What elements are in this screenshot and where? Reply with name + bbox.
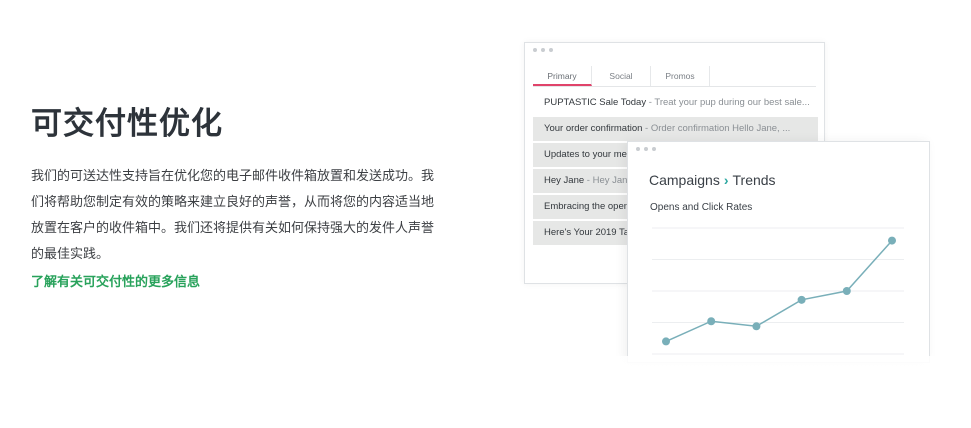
- data-point: [797, 295, 806, 304]
- fade-overlay: [500, 356, 971, 428]
- data-point: [752, 322, 761, 331]
- email-preview: - Order confirmation Hello Jane, ...: [642, 123, 791, 134]
- tab-social: Social: [592, 66, 651, 86]
- page-title: 可交付性优化: [31, 106, 223, 142]
- email-subject: Your order confirmation: [544, 123, 643, 134]
- window-dot: [549, 48, 553, 52]
- email-subject: PUPTASTIC Sale Today: [544, 97, 647, 108]
- email-row: PUPTASTIC Sale Today - Treat your pup du…: [533, 91, 818, 115]
- data-point: [707, 317, 716, 326]
- window-dot: [541, 48, 545, 52]
- tab-primary: Primary: [533, 66, 592, 86]
- email-preview: - Hey Jane: [584, 175, 633, 186]
- email-subject: Here's Your 2019 Ta: [544, 227, 630, 238]
- data-point: [842, 287, 851, 295]
- tab-promos: Promos: [651, 66, 710, 86]
- campaigns-trends-window: Campaigns › Trends Opens and Click Rates: [627, 141, 930, 363]
- section-description: 我们的可送达性支持旨在优化您的电子邮件收件箱放置和发送成功。我们将帮助您制定有效…: [31, 169, 435, 262]
- email-row: Your order confirmation - Order confirma…: [533, 117, 818, 141]
- data-point: [888, 236, 896, 245]
- trend-chart: [652, 227, 904, 355]
- email-subject: Embracing the open: [544, 201, 630, 212]
- inbox-tabs: Primary Social Promos: [533, 66, 816, 87]
- learn-more-link[interactable]: 了解有关可交付性的更多信息: [31, 271, 200, 290]
- email-subject: Updates to your me: [544, 149, 627, 160]
- email-subject: Hey Jane: [544, 175, 585, 186]
- data-point: [662, 337, 670, 346]
- window-dots: [533, 48, 553, 52]
- email-preview: - Treat your pup during our best sale...: [646, 97, 810, 108]
- window-dot: [533, 48, 537, 52]
